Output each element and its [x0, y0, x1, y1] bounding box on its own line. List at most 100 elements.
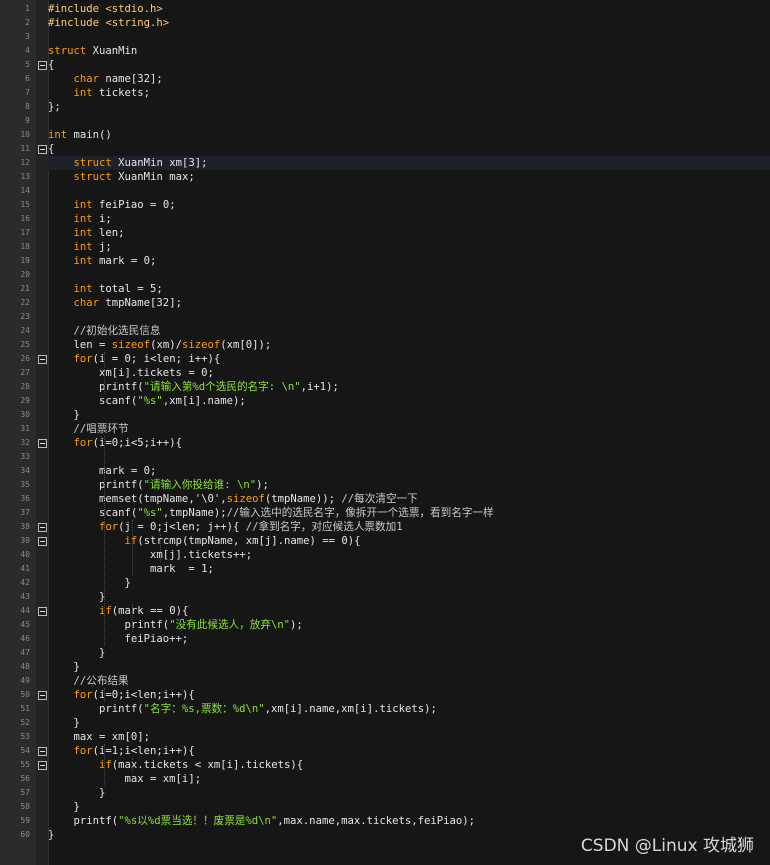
- code-line[interactable]: max = xm[0];: [48, 730, 151, 744]
- fold-toggle-icon[interactable]: [38, 355, 47, 364]
- code-line[interactable]: mark = 0;: [48, 464, 156, 478]
- line-number: 22: [20, 298, 30, 307]
- code-line[interactable]: }: [48, 408, 80, 422]
- watermark: CSDN @Linux 攻城狮: [580, 836, 754, 856]
- line-number: 30: [20, 410, 30, 419]
- line-number: 25: [20, 340, 30, 349]
- line-number: 34: [20, 466, 30, 475]
- code-line[interactable]: for(j = 0;j<len; j++){ //拿到名字，对应候选人票数加1: [48, 520, 403, 534]
- fold-toggle-icon[interactable]: [38, 145, 47, 154]
- line-number: 26: [20, 354, 30, 363]
- line-number: 48: [20, 662, 30, 671]
- code-line[interactable]: };: [48, 100, 61, 114]
- line-number: 2: [25, 18, 30, 27]
- code-line[interactable]: int len;: [48, 226, 125, 240]
- line-number: 19: [20, 256, 30, 265]
- fold-toggle-icon[interactable]: [38, 537, 47, 546]
- code-area[interactable]: [48, 0, 770, 865]
- line-number: 53: [20, 732, 30, 741]
- code-line[interactable]: printf("名字：%s,票数：%d\n",xm[i].name,xm[i].…: [48, 702, 437, 716]
- code-line[interactable]: printf("没有此候选人，放弃\n");: [48, 618, 303, 632]
- code-line[interactable]: }: [48, 646, 105, 660]
- code-line[interactable]: for(i = 0; i<len; i++){: [48, 352, 221, 366]
- code-line[interactable]: scanf("%s",xm[i].name);: [48, 394, 246, 408]
- indent-guide: [132, 758, 133, 772]
- line-number: 47: [20, 648, 30, 657]
- fold-toggle-icon[interactable]: [38, 607, 47, 616]
- code-line[interactable]: }: [48, 800, 80, 814]
- code-line[interactable]: struct XuanMin: [48, 44, 137, 58]
- fold-toggle-icon[interactable]: [38, 61, 47, 70]
- indent-guide: [132, 520, 133, 576]
- line-number: 33: [20, 452, 30, 461]
- code-line[interactable]: for(i=1;i<len;i++){: [48, 744, 195, 758]
- code-line[interactable]: char tmpName[32];: [48, 296, 182, 310]
- line-number: 3: [25, 32, 30, 41]
- code-line[interactable]: scanf("%s",tmpName);//输入选中的选民名字，像拆开一个选票，…: [48, 506, 494, 520]
- line-number: 59: [20, 816, 30, 825]
- code-line[interactable]: #include <string.h>: [48, 16, 169, 30]
- code-line[interactable]: len = sizeof(xm)/sizeof(xm[0]);: [48, 338, 272, 352]
- line-number: 18: [20, 242, 30, 251]
- code-line[interactable]: char name[32];: [48, 72, 163, 86]
- code-editor[interactable]: 1 #include <stdio.h> 2 #include <string.h> 3…: [0, 0, 770, 865]
- code-line[interactable]: mark = 1;: [48, 562, 214, 576]
- line-number: 17: [20, 228, 30, 237]
- code-line[interactable]: for(i=0;i<5;i++){: [48, 436, 182, 450]
- line-number: 60: [20, 830, 30, 839]
- code-line[interactable]: //初始化选民信息: [48, 324, 161, 338]
- code-line[interactable]: xm[j].tickets++;: [48, 548, 252, 562]
- code-line[interactable]: xm[i].tickets = 0;: [48, 366, 214, 380]
- code-line[interactable]: for(i=0;i<len;i++){: [48, 688, 195, 702]
- line-number: 20: [20, 270, 30, 279]
- code-line[interactable]: feiPiao++;: [48, 632, 189, 646]
- code-line[interactable]: //公布结果: [48, 674, 129, 688]
- fold-toggle-icon[interactable]: [38, 439, 47, 448]
- code-line[interactable]: //唱票环节: [48, 422, 129, 436]
- code-line[interactable]: {: [48, 58, 54, 72]
- indent-guide: [104, 744, 105, 786]
- line-number: 7: [25, 88, 30, 97]
- code-line[interactable]: }: [48, 786, 105, 800]
- line-number: 45: [20, 620, 30, 629]
- fold-toggle-icon[interactable]: [38, 523, 47, 532]
- fold-toggle-icon[interactable]: [38, 747, 47, 756]
- fold-toggle-icon[interactable]: [38, 691, 47, 700]
- line-number: 23: [20, 312, 30, 321]
- indent-guide: [104, 352, 105, 394]
- code-line[interactable]: struct XuanMin xm[3];: [48, 156, 208, 170]
- code-line[interactable]: if(mark == 0){: [48, 604, 188, 618]
- line-number: 9: [25, 116, 30, 125]
- line-number: 12: [20, 158, 30, 167]
- line-number: 15: [20, 200, 30, 209]
- code-line[interactable]: int main(): [48, 128, 112, 142]
- code-line[interactable]: {: [48, 142, 54, 156]
- code-line[interactable]: }: [48, 590, 105, 604]
- code-line[interactable]: if(max.tickets < xm[i].tickets){: [48, 758, 303, 772]
- code-line[interactable]: }: [48, 576, 131, 590]
- line-number: 14: [20, 186, 30, 195]
- code-line[interactable]: int i;: [48, 212, 112, 226]
- code-line[interactable]: int feiPiao = 0;: [48, 198, 176, 212]
- code-line[interactable]: #include <stdio.h>: [48, 2, 163, 16]
- code-line[interactable]: int total = 5;: [48, 282, 163, 296]
- line-number: 13: [20, 172, 30, 181]
- line-number: 11: [20, 144, 30, 153]
- line-number: 31: [20, 424, 30, 433]
- code-line[interactable]: int mark = 0;: [48, 254, 157, 268]
- code-line[interactable]: }: [48, 716, 80, 730]
- code-line[interactable]: struct XuanMin max;: [48, 170, 195, 184]
- code-line[interactable]: printf("请输入你投给谁: \n");: [48, 478, 269, 492]
- line-number: 8: [25, 102, 30, 111]
- fold-toggle-icon[interactable]: [38, 761, 47, 770]
- line-number: 54: [20, 746, 30, 755]
- code-line[interactable]: if(strcmp(tmpName, xm[j].name) == 0){: [48, 534, 361, 548]
- code-line[interactable]: max = xm[i];: [48, 772, 202, 786]
- code-line[interactable]: }: [48, 660, 80, 674]
- code-line[interactable]: int tickets;: [48, 86, 151, 100]
- code-line[interactable]: int j;: [48, 240, 112, 254]
- code-line[interactable]: printf("%s以%d票当选！！废票是%d\n",max.name,max.…: [48, 814, 476, 828]
- code-line[interactable]: printf("请输入第%d个选民的名字: \n",i+1);: [48, 380, 339, 394]
- line-number: 40: [20, 550, 30, 559]
- code-line[interactable]: }: [48, 828, 54, 842]
